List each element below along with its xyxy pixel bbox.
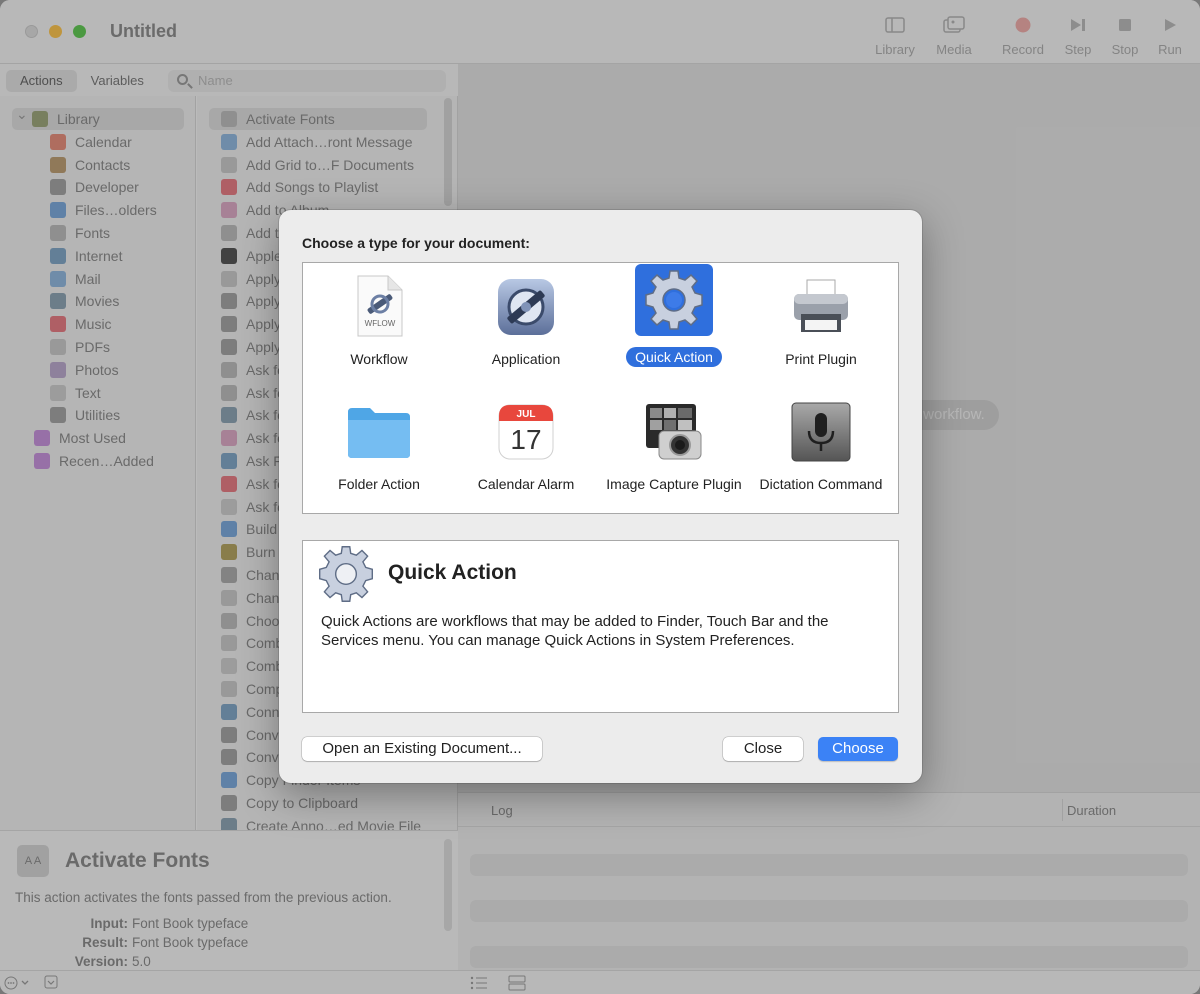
choose-button[interactable]: Choose xyxy=(818,737,898,761)
close-button[interactable]: Close xyxy=(723,737,803,761)
type-label: Folder Action xyxy=(338,476,420,492)
printer-icon xyxy=(783,269,859,345)
workflow-file-icon: WFLOW xyxy=(341,269,417,345)
type-label: Application xyxy=(491,351,561,367)
calendar-icon: JUL 17 xyxy=(488,394,564,470)
gear-icon xyxy=(635,264,713,336)
microphone-icon xyxy=(783,394,859,470)
type-description-text: Quick Actions are workflows that may be … xyxy=(321,613,829,649)
gear-icon xyxy=(318,546,374,602)
type-description-title: Quick Action xyxy=(388,561,517,584)
type-application[interactable]: Application xyxy=(452,269,600,368)
type-label: Image Capture Plugin xyxy=(606,476,742,492)
folder-icon xyxy=(341,394,417,470)
calendar-day: 17 xyxy=(510,424,541,455)
type-label: Calendar Alarm xyxy=(477,476,575,492)
type-label: Print Plugin xyxy=(785,351,857,367)
type-label: Dictation Command xyxy=(759,476,883,492)
type-image-capture-plugin[interactable]: Image Capture Plugin xyxy=(600,394,748,493)
type-quick-action[interactable]: Quick Action xyxy=(600,264,748,367)
type-calendar-alarm[interactable]: JUL 17 Calendar Alarm xyxy=(452,394,600,493)
type-label: Quick Action xyxy=(626,347,722,367)
type-workflow[interactable]: WFLOW Workflow xyxy=(305,269,453,368)
image-capture-icon xyxy=(636,394,712,470)
document-type-grid: WFLOW Workflow Application Quick Action … xyxy=(302,262,899,514)
type-label: Workflow xyxy=(350,351,408,367)
automator-app-icon xyxy=(488,269,564,345)
type-folder-action[interactable]: Folder Action xyxy=(305,394,453,493)
type-dictation-command[interactable]: Dictation Command xyxy=(747,394,895,493)
type-description-panel: Quick Action Quick Actions are workflows… xyxy=(302,540,899,713)
open-existing-document-button[interactable]: Open an Existing Document... xyxy=(302,737,542,761)
type-print-plugin[interactable]: Print Plugin xyxy=(747,269,895,368)
dialog-title: Choose a type for your document: xyxy=(302,235,530,251)
workflow-file-sublabel: WFLOW xyxy=(365,319,396,328)
calendar-month: JUL xyxy=(517,409,536,420)
choose-document-type-dialog: Choose a type for your document: WFLOW W… xyxy=(279,210,922,783)
